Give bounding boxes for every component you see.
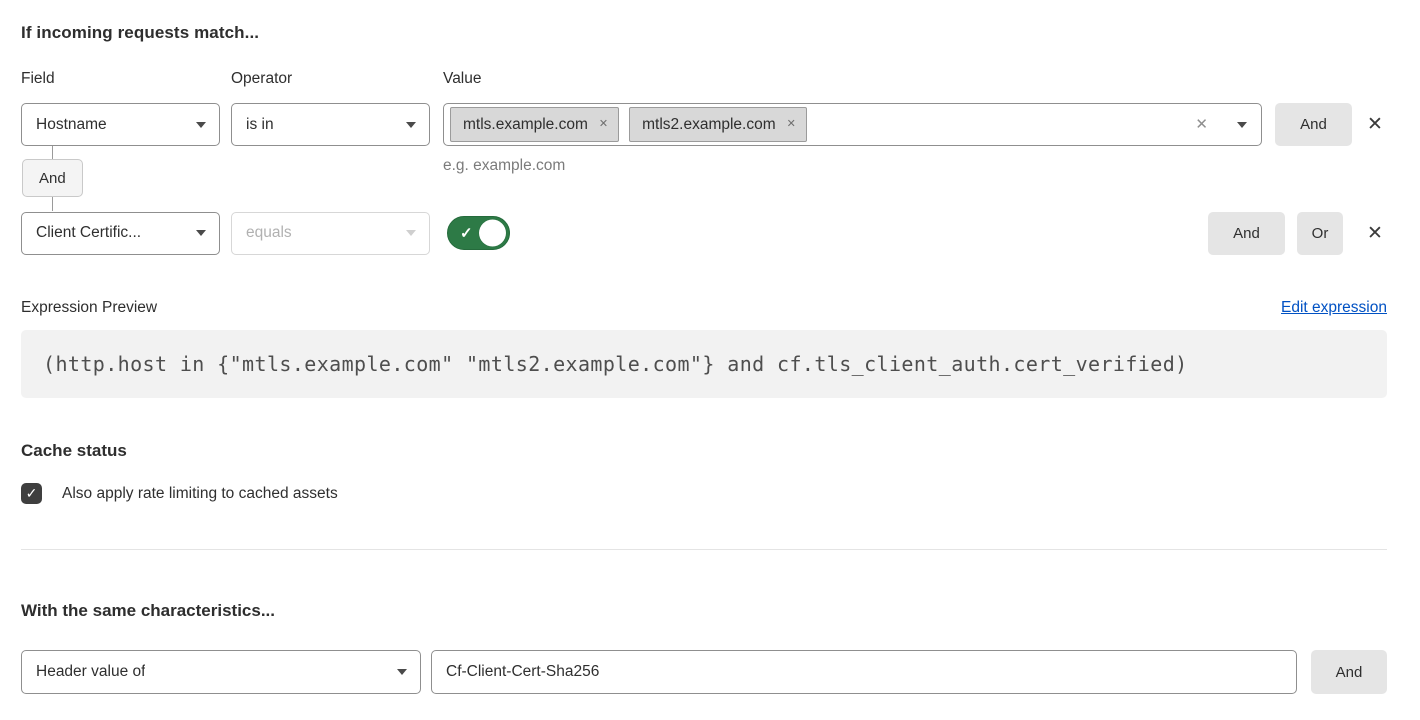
condition-row-1: Hostname is in mtls.example.com ✕ mtls2.…	[21, 103, 1387, 146]
operator-select-2: equals	[231, 212, 430, 255]
edit-expression-link[interactable]: Edit expression	[1281, 299, 1387, 317]
value-tag: mtls.example.com ✕	[450, 107, 619, 142]
tag-remove-icon[interactable]: ✕	[787, 119, 796, 130]
cert-verified-toggle[interactable]: ✓	[447, 216, 510, 250]
expression-preview-header: Expression Preview Edit expression	[21, 299, 1387, 317]
condition-row-2: Client Certific... equals ✓ And Or ✕	[21, 211, 1387, 255]
characteristic-select-value: Header value of	[36, 663, 145, 681]
chevron-down-icon	[397, 669, 407, 675]
row-2-actions: And Or ✕	[1208, 212, 1387, 255]
add-and-condition-button-1[interactable]: And	[1275, 103, 1352, 146]
expression-preview-label: Expression Preview	[21, 299, 157, 317]
operator-select-2-value: equals	[246, 224, 292, 242]
field-select-1-value: Hostname	[36, 116, 107, 134]
remove-condition-icon-2[interactable]: ✕	[1363, 221, 1387, 245]
toggle-knob	[479, 220, 506, 247]
operator-select-1-value: is in	[246, 116, 274, 134]
value-tag-text: mtls.example.com	[463, 116, 588, 134]
cached-assets-checkbox[interactable]: ✓	[21, 483, 42, 504]
expression-preview-code: (http.host in {"mtls.example.com" "mtls2…	[21, 330, 1387, 398]
add-or-condition-button-2[interactable]: Or	[1297, 212, 1343, 255]
characteristics-title: With the same characteristics...	[21, 601, 1387, 621]
value-column-label: Value	[443, 70, 1387, 88]
value-column: mtls.example.com ✕ mtls2.example.com ✕ ✕…	[443, 103, 1262, 146]
connector-and-button[interactable]: And	[22, 159, 83, 197]
check-icon: ✓	[26, 485, 38, 502]
field-select-2[interactable]: Client Certific...	[21, 212, 220, 255]
value-tag-text: mtls2.example.com	[642, 116, 776, 134]
field-select-1[interactable]: Hostname	[21, 103, 220, 146]
field-select-2-value: Client Certific...	[36, 224, 141, 242]
chevron-down-icon	[196, 122, 206, 128]
tag-remove-icon[interactable]: ✕	[599, 119, 608, 130]
value-tags: mtls.example.com ✕ mtls2.example.com ✕	[450, 107, 807, 142]
chevron-down-icon	[406, 122, 416, 128]
clear-values-icon[interactable]: ✕	[1195, 117, 1208, 132]
condition-connector: And	[21, 146, 1387, 211]
value-multiselect[interactable]: mtls.example.com ✕ mtls2.example.com ✕ ✕	[443, 103, 1262, 146]
chevron-down-icon	[406, 230, 416, 236]
section-divider	[21, 549, 1387, 550]
match-section-title: If incoming requests match...	[21, 23, 1387, 43]
cache-status-title: Cache status	[21, 441, 1387, 461]
remove-condition-icon-1[interactable]: ✕	[1363, 113, 1387, 137]
multiselect-controls: ✕	[1195, 117, 1247, 132]
rule-builder: If incoming requests match... Field Oper…	[0, 0, 1420, 694]
add-characteristic-button[interactable]: And	[1311, 650, 1387, 694]
chevron-down-icon[interactable]	[1237, 122, 1247, 128]
operator-column-label: Operator	[231, 70, 443, 88]
cache-status-row: ✓ Also apply rate limiting to cached ass…	[21, 483, 1387, 504]
header-name-input[interactable]	[431, 650, 1297, 694]
operator-select-1[interactable]: is in	[231, 103, 430, 146]
characteristic-select[interactable]: Header value of	[21, 650, 421, 694]
cached-assets-checkbox-label: Also apply rate limiting to cached asset…	[62, 485, 338, 503]
field-column-label: Field	[21, 70, 231, 88]
column-labels: Field Operator Value	[21, 70, 1387, 88]
check-icon: ✓	[460, 226, 473, 241]
chevron-down-icon	[196, 230, 206, 236]
characteristics-row: Header value of And	[21, 650, 1387, 694]
value-tag: mtls2.example.com ✕	[629, 107, 807, 142]
add-and-condition-button-2[interactable]: And	[1208, 212, 1285, 255]
